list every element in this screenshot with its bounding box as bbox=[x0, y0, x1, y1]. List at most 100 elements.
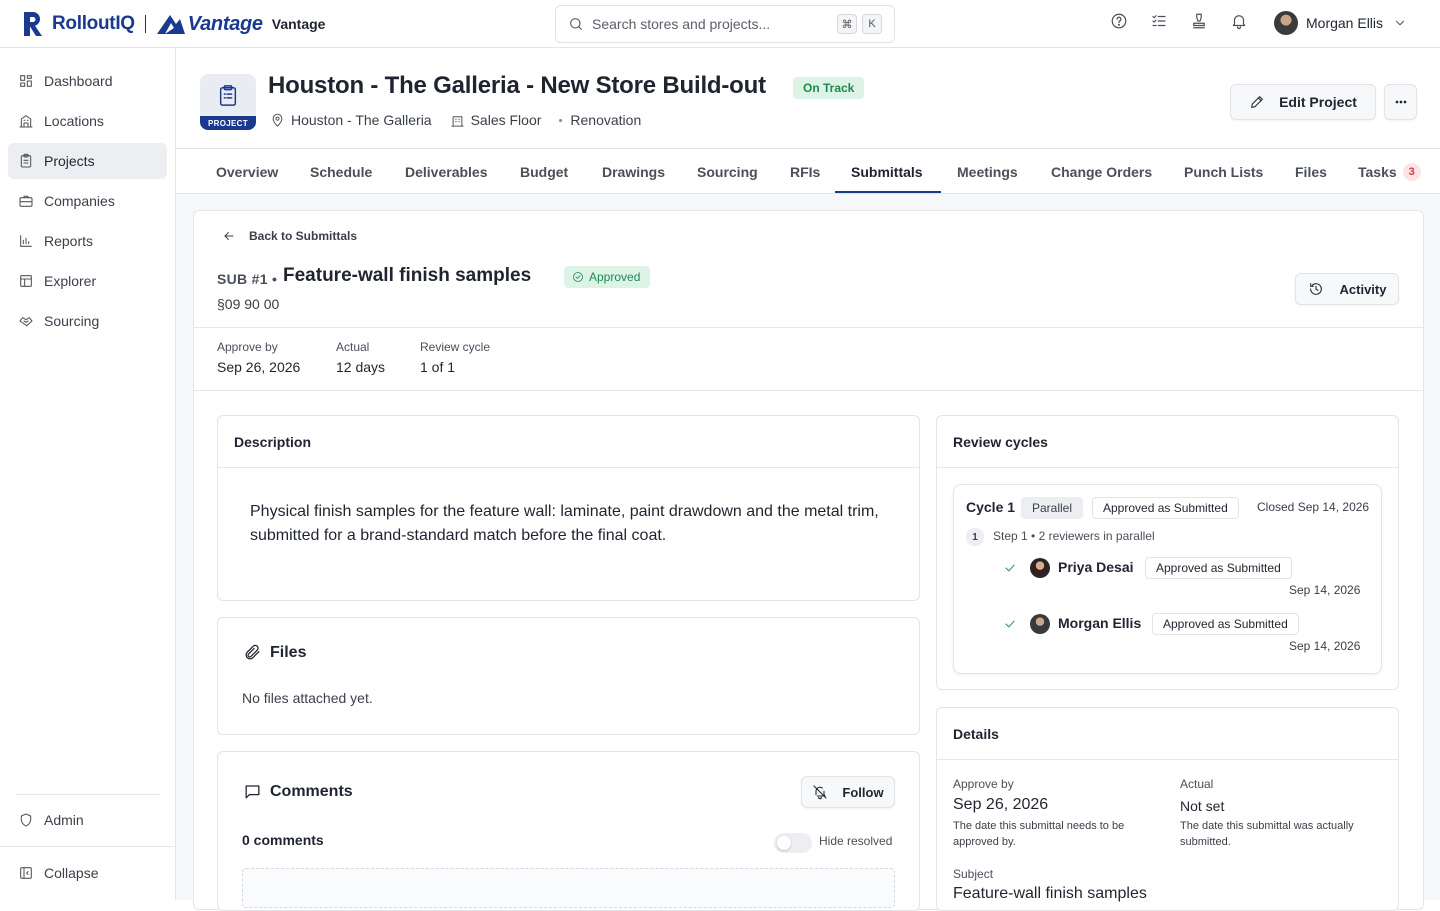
brand-logo[interactable]: RolloutIQ Vantage Vantage bbox=[22, 10, 325, 38]
sidebar-item-explorer[interactable]: Explorer bbox=[8, 263, 167, 299]
tab-sourcing[interactable]: Sourcing bbox=[697, 149, 758, 194]
reviewer-status-badge: Approved as Submitted bbox=[1152, 613, 1299, 635]
shield-icon bbox=[20, 813, 32, 827]
user-menu[interactable]: Morgan Ellis bbox=[1274, 11, 1407, 35]
subject-value[interactable]: Feature-wall finish samples bbox=[953, 885, 1147, 903]
workspace-label: Vantage bbox=[271, 16, 326, 32]
project-location-label: Houston - The Galleria bbox=[291, 112, 432, 128]
files-panel bbox=[217, 617, 920, 735]
tab-budget[interactable]: Budget bbox=[520, 149, 568, 194]
sidebar-item-label: Locations bbox=[44, 113, 104, 129]
tab-overview[interactable]: Overview bbox=[216, 149, 278, 194]
stat-review-cycle: Review cycle 1 of 1 bbox=[420, 340, 490, 375]
history-icon bbox=[1309, 283, 1322, 295]
files-empty-message: No files attached yet. bbox=[242, 690, 373, 706]
approve-by-value[interactable]: Sep 26, 2026 bbox=[953, 796, 1048, 814]
briefcase-icon bbox=[19, 195, 33, 207]
sidebar-collapse[interactable]: Collapse bbox=[8, 855, 167, 891]
stamp-icon[interactable] bbox=[1190, 12, 1208, 30]
cycle-name: Cycle 1 bbox=[966, 499, 1016, 515]
status-badge: On Track bbox=[793, 77, 865, 99]
approve-by-label: Approve by bbox=[953, 777, 1014, 791]
comments-heading-label: Comments bbox=[270, 782, 353, 800]
project-location[interactable]: Houston - The Galleria bbox=[270, 112, 432, 128]
back-to-submittals-link[interactable]: Back to Submittals bbox=[222, 229, 357, 243]
sidebar-divider bbox=[16, 794, 160, 795]
vantage-mark-icon bbox=[156, 15, 185, 34]
sidebar-item-projects[interactable]: Projects bbox=[8, 143, 167, 179]
back-label: Back to Submittals bbox=[249, 229, 358, 243]
building-icon bbox=[19, 115, 33, 128]
sidebar-item-label: Companies bbox=[44, 193, 115, 209]
sidebar-item-companies[interactable]: Companies bbox=[8, 183, 167, 219]
project-type-label: Renovation bbox=[570, 112, 642, 128]
tab-deliverables[interactable]: Deliverables bbox=[405, 149, 488, 194]
help-icon[interactable] bbox=[1110, 12, 1128, 30]
submittal-code: SUB #1 • bbox=[217, 271, 278, 287]
project-area-label: Sales Floor bbox=[470, 112, 542, 128]
cycle-mode-badge: Parallel bbox=[1021, 497, 1084, 519]
check-icon bbox=[1005, 564, 1015, 572]
sidebar-item-locations[interactable]: Locations bbox=[8, 103, 167, 139]
project-tabs: Overview Schedule Deliverables Budget Dr… bbox=[176, 148, 1440, 194]
hide-resolved-toggle[interactable] bbox=[774, 833, 812, 853]
sidebar-item-reports[interactable]: Reports bbox=[8, 223, 167, 259]
global-search[interactable]: Search stores and projects... ⌘ K bbox=[555, 5, 895, 43]
tab-change-orders[interactable]: Change Orders bbox=[1051, 149, 1152, 194]
pencil-icon bbox=[1251, 96, 1263, 108]
reviewer-date: Sep 14, 2026 bbox=[1289, 639, 1361, 653]
tab-drawings[interactable]: Drawings bbox=[602, 149, 665, 194]
brand-name: RolloutIQ bbox=[52, 13, 135, 34]
avatar bbox=[1274, 11, 1298, 35]
reviewer-date: Sep 14, 2026 bbox=[1289, 583, 1361, 597]
comments-heading: Comments bbox=[243, 782, 353, 801]
active-tab-indicator bbox=[835, 191, 941, 193]
tab-meetings[interactable]: Meetings bbox=[957, 149, 1018, 194]
sidebar-item-sourcing[interactable]: Sourcing bbox=[8, 303, 167, 339]
tab-files[interactable]: Files bbox=[1295, 149, 1327, 194]
tab-tasks[interactable]: Tasks 3 bbox=[1358, 149, 1421, 194]
sidebar-item-admin[interactable]: Admin bbox=[8, 802, 167, 838]
checklist-icon[interactable] bbox=[1150, 12, 1168, 30]
user-name: Morgan Ellis bbox=[1306, 15, 1384, 31]
sidebar-item-dashboard[interactable]: Dashboard bbox=[8, 63, 167, 99]
search-input[interactable]: Search stores and projects... bbox=[592, 16, 832, 32]
top-bar: RolloutIQ Vantage Vantage Search stores … bbox=[0, 0, 1440, 48]
more-options-button[interactable] bbox=[1384, 84, 1417, 120]
rolloutiq-logo-icon bbox=[24, 12, 42, 36]
check-icon bbox=[1005, 620, 1015, 628]
comments-count: 0 comments bbox=[242, 832, 324, 848]
arrow-left-icon bbox=[224, 232, 234, 240]
reviewer-status-badge: Approved as Submitted bbox=[1145, 557, 1292, 579]
actual-label: Actual bbox=[1180, 777, 1214, 791]
bar-chart-icon bbox=[20, 235, 32, 247]
edit-project-label: Edit Project bbox=[1279, 94, 1357, 110]
handshake-icon bbox=[19, 317, 33, 327]
tab-tasks-label: Tasks bbox=[1358, 163, 1397, 180]
comment-input[interactable] bbox=[242, 868, 895, 908]
activity-button[interactable]: Activity bbox=[1295, 273, 1399, 305]
chevron-down-icon bbox=[1396, 20, 1404, 26]
reviewer-name: Priya Desai bbox=[1058, 559, 1134, 575]
tab-schedule[interactable]: Schedule bbox=[310, 149, 372, 194]
actual-value[interactable]: Not set bbox=[1180, 798, 1224, 814]
avatar bbox=[1030, 614, 1050, 634]
tab-submittals[interactable]: Submittals bbox=[851, 149, 923, 194]
edit-project-button[interactable]: Edit Project bbox=[1230, 84, 1376, 120]
clipboard-icon bbox=[20, 153, 32, 168]
bell-icon[interactable] bbox=[1230, 12, 1248, 30]
stat-actual: Actual 12 days bbox=[336, 340, 385, 375]
sidebar-item-label: Dashboard bbox=[44, 73, 113, 89]
follow-button[interactable]: Follow bbox=[801, 776, 895, 808]
follow-label: Follow bbox=[842, 784, 884, 800]
hide-resolved-label: Hide resolved bbox=[819, 834, 893, 848]
tab-punch-lists[interactable]: Punch Lists bbox=[1184, 149, 1263, 194]
stat-label: Review cycle bbox=[420, 340, 491, 354]
clipboard-icon bbox=[219, 85, 237, 106]
files-heading: Files bbox=[243, 643, 306, 662]
sidebar-item-label: Reports bbox=[44, 233, 94, 249]
page-title: Houston - The Galleria - New Store Build… bbox=[268, 72, 766, 99]
table-icon bbox=[20, 275, 32, 287]
tab-rfis[interactable]: RFIs bbox=[790, 149, 820, 194]
map-pin-icon bbox=[272, 113, 283, 127]
